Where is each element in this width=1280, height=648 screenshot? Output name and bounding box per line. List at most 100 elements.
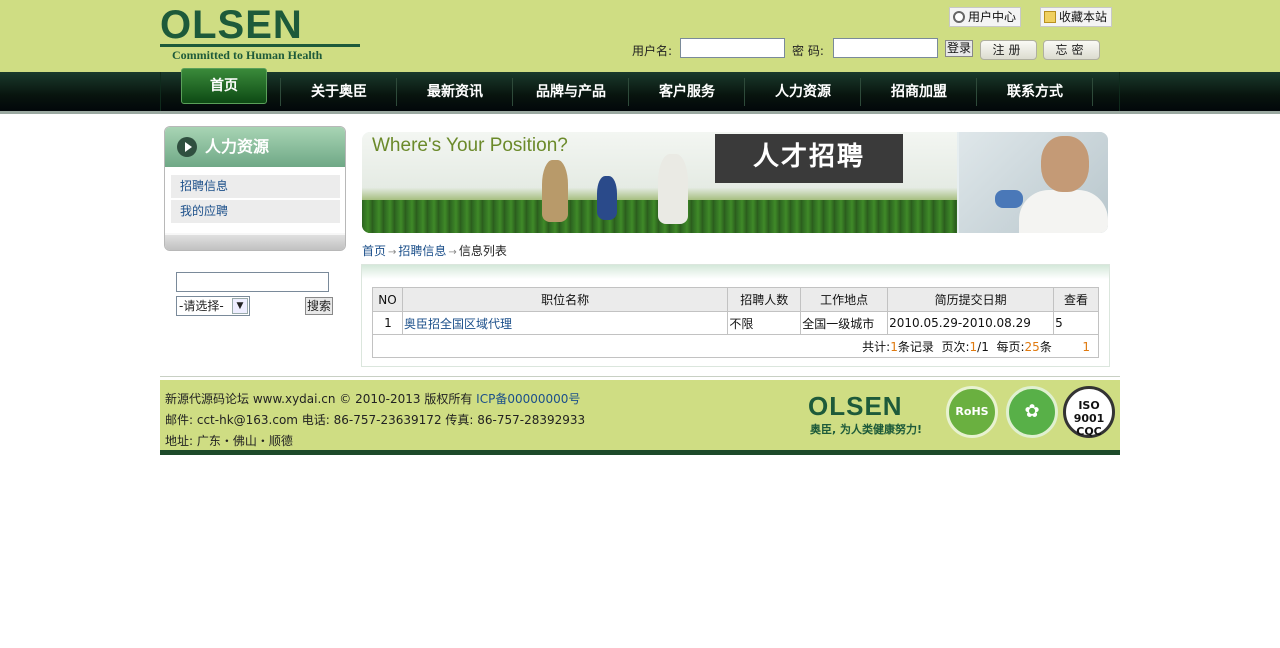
main-nav: 首页 关于奥臣 最新资讯 品牌与产品 客户服务 人力资源 招商加盟 联系方式 — [0, 68, 1280, 114]
footer-copyright: 新源代源码论坛 www.xydai.cn © 2010-2013 版权所有 IC… — [165, 390, 580, 407]
banner-title: Where's Your Position? — [372, 135, 568, 156]
search-button[interactable]: 搜索 — [305, 297, 333, 315]
user-icon — [953, 11, 965, 23]
arrow-right-icon: → — [388, 247, 397, 258]
footer-bottom-bar — [160, 450, 1120, 455]
glove — [995, 190, 1023, 208]
sidebar-title-text: 人力资源 — [205, 137, 270, 156]
farmer-figure-1 — [542, 160, 568, 222]
nav-item-service[interactable]: 客户服务 — [629, 72, 745, 111]
password-label: 密 码: — [792, 44, 824, 58]
farmer-figure-3 — [658, 154, 688, 224]
nav-item-products[interactable]: 品牌与产品 — [513, 72, 629, 111]
column-header-title: 职位名称 — [401, 287, 729, 312]
footer-address: 地址: 广东・佛山・顺德 — [165, 434, 293, 448]
pager-total-label: 共计: — [862, 339, 891, 354]
banner-field-image: Where's Your Position? 人才招聘 — [362, 132, 957, 233]
cell-no: 1 — [372, 311, 403, 335]
breadcrumb-current: 信息列表 — [458, 244, 507, 258]
cell-date: 2010.05.29-2010.08.29 — [887, 311, 1055, 335]
logo-tagline: Committed to Human Health — [172, 48, 323, 62]
green-certification-icon: ✿ — [1006, 386, 1058, 438]
favorite-link[interactable]: 收藏本站 — [1040, 7, 1113, 27]
logo-wordmark: OLSEN — [160, 3, 303, 47]
pager-total: 1 — [890, 339, 898, 354]
column-header-no: NO — [372, 287, 403, 312]
scientist-photo — [959, 132, 1108, 233]
favorite-label: 收藏本站 — [1059, 10, 1108, 24]
nav-item-hr[interactable]: 人力资源 — [745, 72, 861, 111]
sidebar-list: 招聘信息 我的应聘 — [165, 167, 345, 233]
user-center-label: 用户中心 — [968, 10, 1017, 24]
register-button[interactable]: 注册 — [980, 40, 1037, 60]
jobs-table: NO 职位名称 招聘人数 工作地点 简历提交日期 查看 1 奥臣招全国区域代理 … — [372, 287, 1099, 358]
footer-divider — [160, 376, 1120, 377]
site-footer: 新源代源码论坛 www.xydai.cn © 2010-2013 版权所有 IC… — [160, 380, 1120, 450]
iso-line2: 9001 — [1073, 412, 1105, 425]
sidebar-menu: 人力资源 招聘信息 我的应聘 — [164, 126, 346, 251]
sidebar-item-my-applications[interactable]: 我的应聘 — [171, 200, 340, 223]
olsen-logo[interactable]: OLSEN Committed to Human Health — [160, 3, 362, 62]
nav-item-about[interactable]: 关于奥臣 — [281, 72, 397, 111]
table-row: 1 奥臣招全国区域代理 不限 全国一级城市 2010.05.29-2010.08… — [372, 311, 1099, 335]
lab-coat — [1019, 190, 1108, 233]
logo-underline — [160, 44, 360, 47]
cell-views: 5 — [1053, 311, 1099, 335]
nav-item-franchise[interactable]: 招商加盟 — [861, 72, 977, 111]
pager-per-page-suffix: 条 — [1039, 339, 1052, 354]
scientist-head — [1041, 136, 1089, 192]
column-header-date: 简历提交日期 — [887, 287, 1055, 312]
nav-inner: 首页 关于奥臣 最新资讯 品牌与产品 客户服务 人力资源 招商加盟 联系方式 — [160, 68, 1120, 111]
pager-per-page: 25 — [1024, 339, 1040, 354]
iso-line3: CQC — [1076, 425, 1102, 438]
search-category-select[interactable]: -请选择- ▼ — [176, 296, 250, 316]
breadcrumb-recruitment[interactable]: 招聘信息 — [398, 244, 446, 258]
arrow-right-icon: → — [448, 247, 457, 258]
farmer-figure-2 — [597, 176, 617, 220]
pager-row: 共计:1条记录 页次:1/1 每页:25条 1 — [372, 334, 1099, 358]
breadcrumb: 首页 → 招聘信息 → 信息列表 — [362, 242, 507, 259]
user-center-link[interactable]: 用户中心 — [949, 7, 1022, 27]
breadcrumb-home[interactable]: 首页 — [362, 244, 386, 258]
job-title-link[interactable]: 奥臣招全国区域代理 — [404, 317, 512, 331]
sidebar-item-recruitment[interactable]: 招聘信息 — [171, 175, 340, 198]
chevron-down-icon: ▼ — [232, 298, 248, 314]
nav-item-contact[interactable]: 联系方式 — [977, 72, 1093, 111]
footer-icp-link[interactable]: ICP备00000000号 — [476, 392, 580, 406]
cell-location: 全国一级城市 — [800, 311, 889, 335]
cell-count: 不限 — [727, 311, 802, 335]
search-input[interactable] — [176, 272, 329, 292]
column-header-location: 工作地点 — [800, 287, 889, 312]
iso-9001-badge-icon: ISO 9001 CQC — [1063, 386, 1115, 438]
pager-page-total: /1 — [977, 339, 989, 354]
nav-item-news[interactable]: 最新资讯 — [397, 72, 513, 111]
password-input[interactable] — [833, 38, 938, 58]
footer-logo-tagline: 奥臣, 为人类健康努力! — [810, 423, 923, 436]
cell-title: 奥臣招全国区域代理 — [401, 311, 729, 335]
footer-copyright-text: 新源代源码论坛 www.xydai.cn © 2010-2013 版权所有 — [165, 392, 477, 406]
table-header-row: NO 职位名称 招聘人数 工作地点 简历提交日期 查看 — [372, 287, 1099, 312]
footer-logo: OLSEN 奥臣, 为人类健康努力! — [808, 393, 928, 436]
pager-page-label: 页次: — [941, 339, 970, 354]
recruitment-banner: Where's Your Position? 人才招聘 — [362, 132, 1108, 233]
pager: 共计:1条记录 页次:1/1 每页:25条 1 — [372, 334, 1099, 358]
pager-page-link[interactable]: 1 — [1082, 340, 1090, 354]
forgot-password-button[interactable]: 忘密 — [1043, 40, 1100, 60]
pager-total-suffix: 条记录 — [897, 339, 934, 354]
username-label: 用户名: — [632, 44, 673, 58]
play-icon — [177, 137, 197, 157]
login-button[interactable]: 登录 — [945, 40, 973, 57]
rohs-badge-icon: RoHS — [946, 386, 998, 438]
username-input[interactable] — [680, 38, 785, 58]
site-header: OLSEN Committed to Human Health 用户中心 收藏本… — [0, 0, 1280, 72]
folder-icon — [1044, 11, 1056, 23]
nav-home-slot — [161, 72, 281, 111]
pager-per-page-label: 每页: — [996, 339, 1025, 354]
column-header-views: 查看 — [1053, 287, 1099, 312]
banner-tag: 人才招聘 — [715, 134, 903, 183]
column-header-count: 招聘人数 — [727, 287, 802, 312]
sidebar-footer — [165, 235, 345, 250]
iso-line1: ISO — [1078, 399, 1100, 412]
footer-contact: 邮件: cct-hk@163.com 电话: 86-757-23639172 传… — [165, 413, 586, 427]
search-select-value: -请选择- — [179, 299, 224, 313]
